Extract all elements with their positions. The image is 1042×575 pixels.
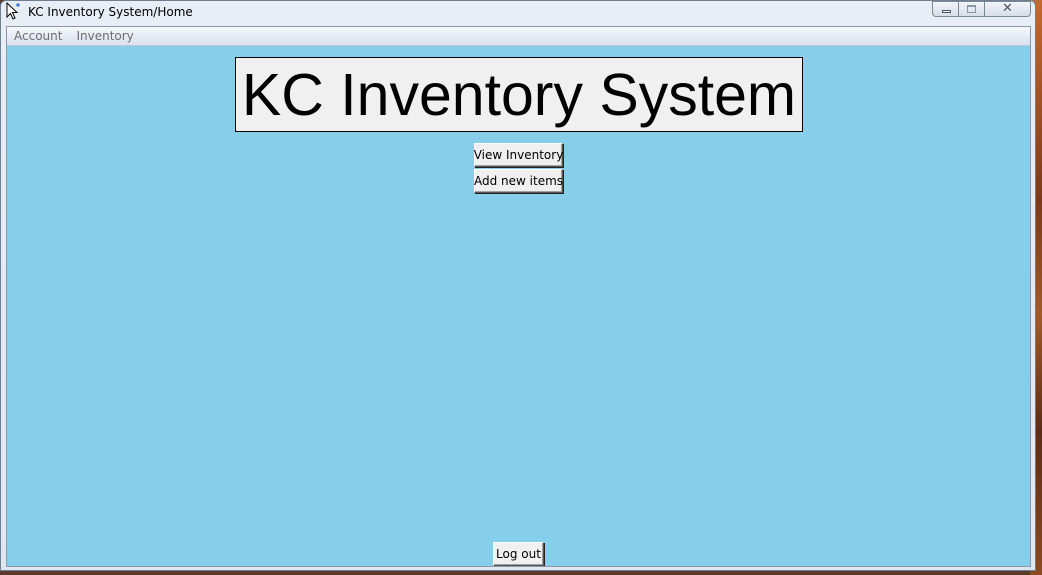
pointer-cursor-icon (6, 2, 20, 20)
view-inventory-button[interactable]: View Inventory (474, 143, 563, 167)
caption-buttons: ✕ (932, 1, 1031, 18)
menu-inventory[interactable]: Inventory (69, 27, 140, 46)
window-title: KC Inventory System/Home (28, 5, 193, 19)
add-new-items-button[interactable]: Add new items (474, 169, 563, 193)
minimize-button[interactable] (932, 1, 959, 17)
page-title: KC Inventory System (235, 57, 803, 132)
app-window: KC Inventory System/Home ✕ Account Inven… (0, 0, 1036, 571)
log-out-button[interactable]: Log out (493, 542, 544, 566)
maximize-icon (967, 5, 976, 13)
minimize-icon (942, 10, 951, 13)
menu-bar: Account Inventory (7, 27, 1030, 46)
client-area: Account Inventory KC Inventory System Vi… (6, 26, 1031, 567)
title-bar[interactable]: KC Inventory System/Home ✕ (1, 1, 1035, 25)
close-button[interactable]: ✕ (985, 1, 1031, 17)
menu-account[interactable]: Account (7, 27, 69, 46)
close-icon: ✕ (1002, 1, 1013, 16)
maximize-button[interactable] (959, 1, 985, 17)
